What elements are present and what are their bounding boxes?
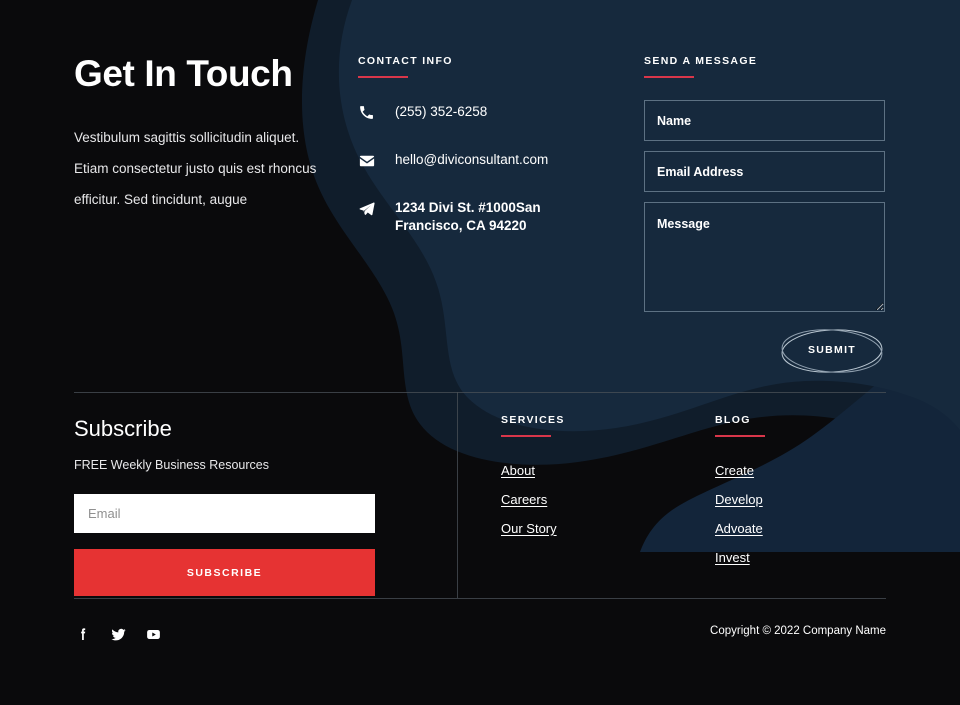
contact-section: Get In Touch Vestibulum sagittis sollici… (0, 0, 960, 390)
submit-button-label: SUBMIT (807, 344, 857, 356)
blog-heading: BLOG (715, 414, 751, 426)
services-link-list: About Careers Our Story (501, 437, 651, 538)
list-item: Develop (715, 491, 865, 509)
street-address: 1234 Divi St. #1000San Francisco, CA 942… (395, 200, 541, 233)
list-item: Our Story (501, 520, 651, 538)
divider-bottom (74, 598, 886, 599)
twitter-icon[interactable] (109, 625, 127, 643)
email-address: hello@diviconsultant.com (395, 152, 549, 167)
envelope-icon (358, 151, 380, 170)
subscribe-email-input[interactable] (74, 494, 375, 533)
submit-button[interactable]: SUBMIT (777, 325, 887, 377)
link-careers[interactable]: Careers (501, 492, 547, 507)
email-address-input[interactable] (644, 151, 885, 192)
facebook-icon[interactable] (74, 625, 92, 643)
hero-body-text: Vestibulum sagittis sollicitudin aliquet… (74, 130, 317, 207)
contact-info-heading: CONTACT INFO (358, 55, 453, 67)
divider-vertical (457, 392, 458, 598)
message-textarea[interactable] (644, 202, 885, 312)
subscribe-title: Subscribe (74, 416, 172, 441)
subscribe-button[interactable]: SUBSCRIBE (74, 549, 375, 596)
list-item: About (501, 462, 651, 480)
link-advoate[interactable]: Advoate (715, 521, 763, 536)
page-title: Get In Touch (74, 53, 293, 94)
contact-item-phone[interactable]: (255) 352-6258 (358, 103, 603, 129)
footer-page: Get In Touch Vestibulum sagittis sollici… (0, 0, 960, 705)
submit-row: SUBMIT (644, 325, 885, 387)
hero-column: Get In Touch Vestibulum sagittis sollici… (74, 52, 324, 215)
link-create[interactable]: Create (715, 463, 754, 478)
paper-plane-icon (358, 199, 380, 218)
subscribe-subtitle: FREE Weekly Business Resources (74, 458, 269, 472)
subscribe-section: Subscribe FREE Weekly Business Resources… (74, 415, 375, 596)
phone-icon (358, 103, 380, 121)
contact-form: SUBMIT (644, 78, 885, 387)
contact-item-address[interactable]: 1234 Divi St. #1000San Francisco, CA 942… (358, 199, 603, 235)
services-heading: SERVICES (501, 414, 565, 426)
list-item: Invest (715, 549, 865, 567)
footer-bottom-bar: Copyright © 2022 Company Name (74, 618, 886, 650)
link-our-story[interactable]: Our Story (501, 521, 557, 536)
link-invest[interactable]: Invest (715, 550, 750, 565)
list-item: Advoate (715, 520, 865, 538)
contact-item-email[interactable]: hello@diviconsultant.com (358, 151, 603, 177)
youtube-icon[interactable] (144, 625, 162, 643)
contact-info-column: CONTACT INFO (255) 352-6258 hello@divico… (358, 55, 603, 235)
list-item: Create (715, 462, 865, 480)
blog-link-list: Create Develop Advoate Invest (715, 437, 865, 567)
services-column: SERVICES About Careers Our Story (501, 414, 651, 538)
divider-top (74, 392, 886, 393)
send-a-message-heading: SEND A MESSAGE (644, 55, 758, 67)
phone-number: (255) 352-6258 (395, 104, 488, 119)
link-about[interactable]: About (501, 463, 535, 478)
social-links (74, 618, 162, 650)
link-develop[interactable]: Develop (715, 492, 763, 507)
copyright-text: Copyright © 2022 Company Name (710, 625, 886, 637)
blog-column: BLOG Create Develop Advoate Invest (715, 414, 865, 567)
contact-list: (255) 352-6258 hello@diviconsultant.com (358, 78, 603, 235)
name-input[interactable] (644, 100, 885, 141)
list-item: Careers (501, 491, 651, 509)
message-form-column: SEND A MESSAGE SUBMIT (644, 55, 885, 387)
